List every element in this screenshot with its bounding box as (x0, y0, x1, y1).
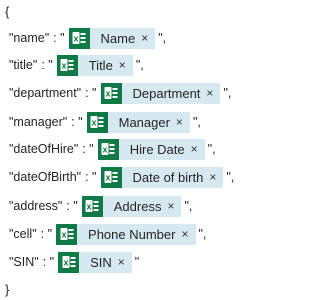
token-label: Phone Number (88, 226, 176, 242)
field-key: "name" (9, 31, 50, 45)
colon-quote: : " (41, 58, 53, 72)
colon-quote: : " (82, 142, 94, 156)
field-key: "dateOfBirth" (9, 170, 82, 184)
svg-text:x: x (61, 230, 66, 240)
token-chip-date-of-birth[interactable]: x Date of birth × (100, 166, 224, 188)
remove-token-icon[interactable]: × (206, 83, 220, 104)
token-label: Title (88, 57, 113, 73)
svg-text:x: x (74, 34, 79, 44)
remove-token-icon[interactable]: × (181, 224, 195, 245)
json-line-department: "department" : " x Department × ", (9, 81, 231, 105)
svg-text:x: x (87, 202, 92, 212)
token-label: Date of birth (132, 169, 204, 185)
excel-icon: x (68, 27, 90, 49)
json-line-address: "address" : " x Address × ", (9, 194, 192, 218)
colon-quote: : " (66, 199, 78, 213)
remove-token-icon[interactable]: × (141, 28, 155, 49)
excel-icon: x (97, 138, 119, 160)
colon-quote: : " (85, 86, 97, 100)
field-suffix: ", (158, 31, 167, 45)
field-key: "cell" (9, 227, 37, 241)
svg-text:x: x (62, 61, 67, 71)
json-line-name: "name" : " x Name × ", (9, 26, 166, 50)
excel-icon: x (100, 82, 122, 104)
svg-text:x: x (92, 118, 97, 128)
field-suffix: ", (226, 170, 235, 184)
json-line-title: "title" : " x Title × ", (9, 53, 144, 77)
svg-text:x: x (105, 89, 110, 99)
json-line-cell: "cell" : " x Phone Number × ", (9, 222, 206, 246)
field-suffix: ", (135, 58, 144, 72)
field-suffix: ", (198, 227, 207, 241)
svg-text:x: x (63, 258, 68, 268)
colon-quote: : " (42, 255, 55, 269)
colon-quote: : " (71, 115, 83, 129)
remove-token-icon[interactable]: × (118, 252, 132, 273)
token-chip-phone-number[interactable]: x Phone Number × (56, 223, 196, 245)
field-key: "dateOfHire" (9, 142, 79, 156)
token-label: Name (100, 30, 136, 46)
field-key: "manager" (9, 115, 68, 129)
token-label: Department (132, 85, 201, 101)
token-chip-sin[interactable]: x SIN × (58, 251, 132, 273)
open-brace: { (5, 4, 10, 19)
remove-token-icon[interactable]: × (176, 112, 190, 133)
remove-token-icon[interactable]: × (167, 196, 181, 217)
svg-text:x: x (105, 173, 110, 183)
token-label: Hire Date (129, 141, 185, 157)
svg-text:x: x (103, 145, 108, 155)
excel-icon: x (58, 251, 80, 273)
field-suffix: ", (184, 199, 193, 213)
token-chip-name[interactable]: x Name × (68, 27, 156, 49)
field-key: "title" (9, 58, 38, 72)
remove-token-icon[interactable]: × (119, 55, 133, 76)
json-line-manager: "manager" : " x Manager × ", (9, 110, 201, 134)
field-key: "address" (9, 199, 63, 213)
token-label: Address (113, 198, 162, 214)
excel-icon: x (81, 195, 103, 217)
close-brace: } (5, 282, 10, 297)
json-line-dateofbirth: "dateOfBirth" : " x Date of birth × ", (9, 165, 234, 189)
field-key: "department" (9, 86, 82, 100)
token-chip-manager[interactable]: x Manager × (86, 111, 190, 133)
field-suffix: ", (207, 142, 216, 156)
token-chip-address[interactable]: x Address × (81, 195, 182, 217)
colon-quote: : " (53, 31, 65, 45)
json-line-dateofhire: "dateOfHire" : " x Hire Date × ", (9, 137, 216, 161)
remove-token-icon[interactable]: × (209, 167, 223, 188)
token-label: Manager (118, 114, 170, 130)
excel-icon: x (86, 111, 108, 133)
excel-icon: x (56, 223, 78, 245)
token-chip-department[interactable]: x Department × (100, 82, 221, 104)
excel-icon: x (56, 54, 78, 76)
colon-quote: : " (40, 227, 53, 241)
token-chip-title[interactable]: x Title × (56, 54, 133, 76)
excel-icon: x (100, 166, 122, 188)
remove-token-icon[interactable]: × (191, 139, 205, 160)
field-suffix: " (134, 255, 140, 269)
field-suffix: ", (223, 86, 232, 100)
field-key: "SIN" (9, 255, 39, 269)
field-suffix: ", (192, 115, 201, 129)
token-chip-hire-date[interactable]: x Hire Date × (97, 138, 205, 160)
colon-quote: : " (85, 170, 97, 184)
json-line-sin: "SIN" : " x SIN × " (9, 250, 139, 274)
token-label: SIN (90, 254, 112, 270)
